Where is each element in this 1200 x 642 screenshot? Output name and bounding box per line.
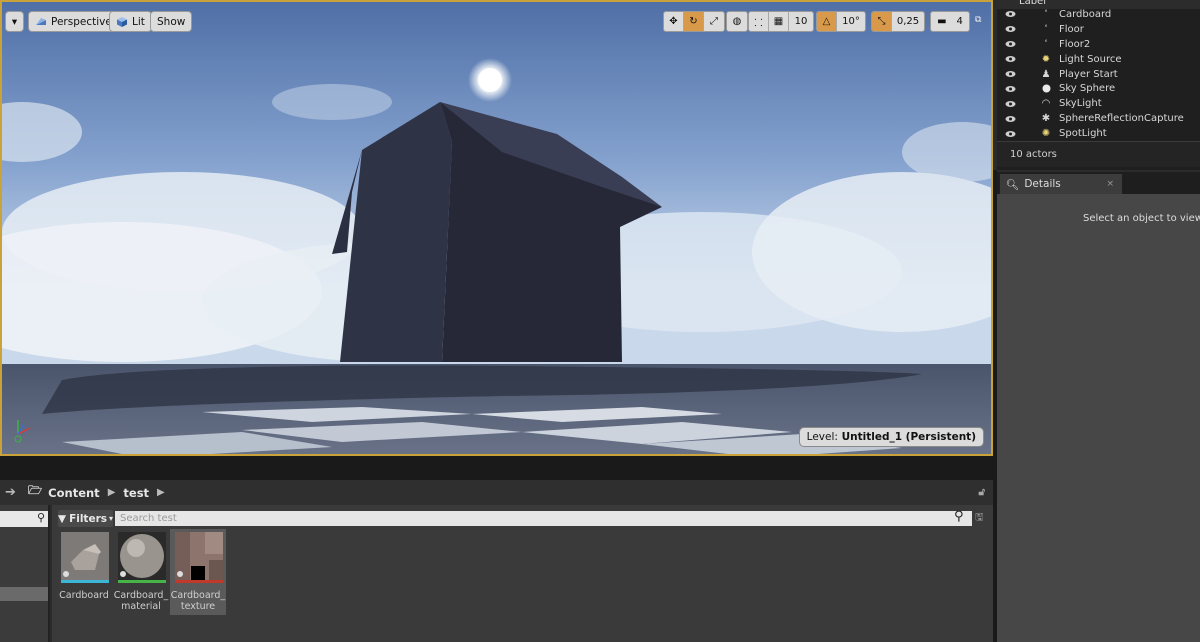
- static-mesh-icon: ꙴ: [1040, 38, 1052, 50]
- asset-type-bar: [175, 580, 223, 583]
- asset-tile-cardboard-texture[interactable]: Cardboard_ texture: [170, 529, 226, 615]
- outliner-actor-list: ꙴ Cardboard ꙴ Floor ꙴ Floor2 ✹ Light Sou…: [997, 7, 1200, 141]
- static-mesh-icon: ꙴ: [1040, 23, 1052, 35]
- forward-arrow-icon[interactable]: ➔: [5, 485, 16, 500]
- texture-thumbnail: [175, 532, 223, 580]
- outliner-row-player-start[interactable]: ♟ Player Start: [997, 67, 1200, 82]
- selected-folder-row[interactable]: [0, 587, 48, 601]
- outliner-row-cardboard[interactable]: ꙴ Cardboard: [997, 7, 1200, 22]
- eye-icon[interactable]: [1005, 115, 1016, 123]
- grid-snap-icon[interactable]: ▦: [769, 12, 789, 31]
- perspective-icon: [36, 17, 46, 25]
- coordinate-system-button: ◍: [726, 11, 748, 32]
- player-start-icon: ♟: [1041, 68, 1051, 80]
- cube-icon: [117, 16, 127, 27]
- outliner-row-sphere-reflection-capture[interactable]: ✱ SphereReflectionCapture: [997, 111, 1200, 126]
- rotate-tool-icon[interactable]: ↻: [684, 12, 704, 31]
- breadcrumb-test[interactable]: test: [123, 486, 149, 500]
- eye-icon[interactable]: [1005, 25, 1016, 33]
- search-icon: ⚲: [36, 511, 45, 524]
- asset-type-bar: [61, 580, 109, 583]
- scale-snap-icon[interactable]: ⤡: [872, 12, 892, 31]
- rotation-snap-icon[interactable]: △: [817, 12, 837, 31]
- lit-view-mode-button[interactable]: Lit: [109, 11, 152, 32]
- outliner-row-floor2[interactable]: ꙴ Floor2: [997, 37, 1200, 52]
- breadcrumb: ➔ 🗁︎ Content ▶ test ▶ 🔓︎: [0, 480, 993, 505]
- outliner-row-skylight[interactable]: ◠ SkyLight: [997, 96, 1200, 111]
- axis-gizmo-icon: [14, 420, 31, 443]
- translate-tool-icon[interactable]: ✥: [664, 12, 684, 31]
- camera-speed-button[interactable]: ▬ 4: [931, 12, 969, 31]
- details-panel: 🔍︎ Details × Select an object to view de: [997, 172, 1200, 642]
- eye-icon[interactable]: [1005, 55, 1016, 63]
- eye-icon[interactable]: [1005, 10, 1016, 18]
- eye-icon[interactable]: [1005, 85, 1016, 93]
- asset-tile-cardboard-material[interactable]: Cardboard_ material: [113, 529, 169, 615]
- asset-tile-cardboard[interactable]: Cardboard: [56, 529, 112, 615]
- folder-icon: 🗁︎: [27, 483, 43, 497]
- breadcrumb-arrow-icon[interactable]: ▶: [108, 487, 116, 498]
- reflection-capture-icon: ✱: [1041, 113, 1051, 125]
- content-browser-toolbar: [0, 456, 997, 480]
- eye-icon[interactable]: [1005, 100, 1016, 108]
- save-search-icon[interactable]: 🖫︎: [975, 510, 984, 527]
- asset-search-input[interactable]: Search test: [115, 511, 972, 526]
- outliner-row-sky-sphere[interactable]: Sky Sphere: [997, 81, 1200, 96]
- scene-render: [2, 2, 991, 454]
- chevron-down-icon: ▾: [11, 15, 18, 28]
- breadcrumb-content[interactable]: Content: [48, 486, 100, 500]
- spotlight-icon: ✺: [1041, 128, 1051, 140]
- viewport-options-menu[interactable]: ▾: [5, 11, 24, 32]
- scale-snap-group: ⤡ 0,25: [871, 11, 925, 32]
- camera-icon: ▬: [937, 16, 947, 27]
- eye-icon[interactable]: [1005, 130, 1016, 138]
- actor-count: 10 actors: [997, 141, 1200, 167]
- filters-button[interactable]: ▼ Filters ▾: [58, 510, 113, 527]
- outliner-row-light-source[interactable]: ✹ Light Source: [997, 52, 1200, 67]
- sources-panel: ⚲: [0, 505, 50, 642]
- details-tab-bar: 🔍︎ Details ×: [997, 172, 1200, 194]
- details-search-icon: 🔍︎: [1006, 178, 1020, 191]
- filter-funnel-icon: ▼: [57, 512, 67, 525]
- outliner-row-floor[interactable]: ꙴ Floor: [997, 22, 1200, 37]
- scale-snap-value[interactable]: 0,25: [892, 12, 924, 31]
- static-mesh-thumbnail: [61, 532, 109, 580]
- level-indicator: Level: Untitled_1 (Persistent): [798, 427, 984, 447]
- sphere-icon: [1040, 83, 1052, 95]
- eye-icon[interactable]: [1005, 70, 1016, 78]
- material-thumbnail: [118, 532, 166, 580]
- eye-icon[interactable]: [1005, 40, 1016, 48]
- world-outliner: Label ꙴ Cardboard ꙴ Floor ꙴ Floor2 ✹ Lig…: [997, 0, 1200, 170]
- outliner-row-spotlight[interactable]: ✺ SpotLight: [997, 126, 1200, 141]
- static-mesh-icon: ꙴ: [1040, 8, 1052, 20]
- rotation-snap-value[interactable]: 10°: [837, 12, 865, 31]
- transform-tools: ✥ ↻ ⤢: [663, 11, 725, 32]
- rotation-snap-group: △ 10°: [816, 11, 866, 32]
- maximize-viewport-icon[interactable]: ⧉: [975, 15, 985, 25]
- world-globe-icon[interactable]: ◍: [727, 12, 747, 31]
- asset-type-bar: [118, 580, 166, 583]
- lock-icon[interactable]: 🔓︎: [979, 487, 985, 498]
- search-icon[interactable]: ⚲: [954, 509, 964, 524]
- grid-snap-group: ⸬ ▦ 10: [748, 11, 814, 32]
- folder-search-input[interactable]: ⚲: [0, 511, 48, 527]
- directional-light-icon: ✹: [1041, 53, 1051, 65]
- close-icon[interactable]: ×: [1106, 179, 1114, 189]
- surface-snap-icon[interactable]: ⸬: [749, 12, 769, 31]
- grid-snap-value[interactable]: 10: [789, 12, 813, 31]
- scale-tool-icon[interactable]: ⤢: [704, 12, 724, 31]
- level-viewport[interactable]: ▾ Perspective Lit Show ✥ ↻ ⤢ ◍ ⸬ ▦ 10 △ …: [0, 0, 993, 456]
- show-flags-button[interactable]: Show: [150, 11, 193, 32]
- skylight-icon: ◠: [1041, 98, 1051, 110]
- tab-details[interactable]: 🔍︎ Details ×: [1000, 174, 1122, 194]
- chevron-down-icon: ▾: [109, 514, 114, 523]
- asset-view: ▼ Filters ▾ Search test ⚲ 🖫︎ Cardboard C…: [52, 505, 993, 642]
- details-empty-message: Select an object to view de: [1083, 213, 1200, 224]
- breadcrumb-arrow-icon[interactable]: ▶: [157, 487, 165, 498]
- perspective-button[interactable]: Perspective: [28, 11, 119, 32]
- camera-speed-group: ▬ 4: [930, 11, 970, 32]
